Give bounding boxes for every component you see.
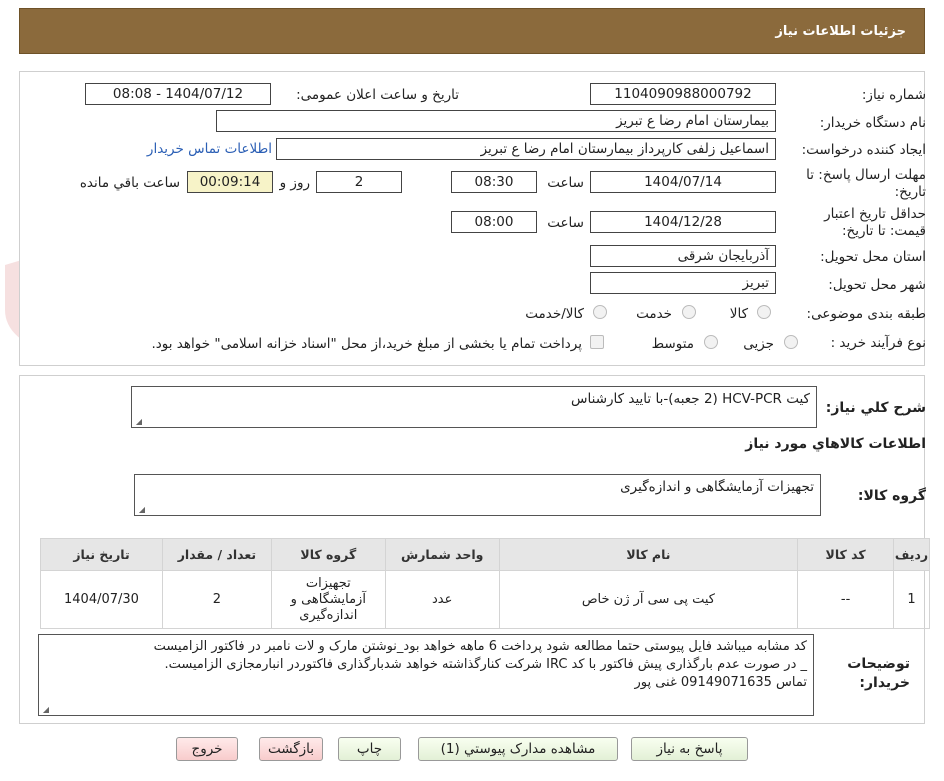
description-label: شرح کلي نياز:	[825, 400, 926, 416]
notes-line: کد مشابه میباشد فایل پیوستی حتما مطالعه …	[153, 639, 807, 654]
col-header-unit: واحد شمارش	[384, 538, 500, 571]
category-goods-service-label: کالا/خدمت	[525, 306, 584, 322]
goods-group-label: گروه کالا:	[857, 488, 926, 504]
deadline-label: مهلت ارسال پاسخ: تا	[806, 167, 926, 183]
table-header-row: رديف کد کالا نام کالا واحد شمارش گروه کا…	[40, 538, 930, 571]
process-partial-radio[interactable]	[784, 335, 798, 349]
category-goods-radio[interactable]	[757, 305, 771, 319]
process-medium-radio[interactable]	[704, 335, 718, 349]
col-header-quantity: تعداد / مقدار	[161, 538, 272, 571]
city-field[interactable]: تبریز	[590, 272, 776, 294]
validity-label: حداقل تاریخ اعتبار	[824, 206, 926, 222]
deadline-label-2: تاریخ:	[894, 184, 926, 200]
col-header-group: گروه کالا	[270, 538, 386, 571]
announce-field[interactable]: 1404/07/12 - 08:08	[85, 83, 271, 105]
creator-field[interactable]: اسماعیل زلفی کارپرداز بیمارستان امام رضا…	[276, 138, 776, 160]
resize-grip-icon[interactable]: ◢	[134, 418, 142, 426]
province-field[interactable]: آذربایجان شرقی	[590, 245, 776, 267]
col-header-code: کد کالا	[797, 538, 895, 571]
category-service-radio[interactable]	[682, 305, 696, 319]
need-number-label: شماره نیاز:	[861, 87, 926, 103]
items-table: رديف کد کالا نام کالا واحد شمارش گروه کا…	[40, 538, 930, 629]
notes-label: توضيحات	[847, 656, 910, 672]
announce-label: تاریخ و ساعت اعلان عمومی:	[296, 87, 459, 103]
back-button[interactable]: بازگشت	[259, 737, 323, 761]
col-header-need-date: تاريخ نياز	[40, 538, 163, 571]
col-header-name: نام کالا	[498, 538, 799, 571]
print-button[interactable]: چاپ	[338, 737, 401, 761]
cell-row-number: 1	[893, 570, 930, 629]
description-text: کیت HCV-PCR (2 جعبه)-با تایید کارشناس	[571, 391, 810, 407]
days-label: روز و	[279, 175, 310, 191]
buyer-field[interactable]: بیمارستان امام رضا ع تبریز	[216, 110, 776, 132]
goods-group-text: تجهیزات آزمایشگاهی و اندازه‌گیری	[620, 479, 814, 495]
process-partial-label: جزیی	[743, 336, 774, 352]
deadline-time-label: ساعت	[547, 175, 584, 191]
process-label: نوع فرآیند خرید :	[830, 335, 926, 351]
resize-grip-icon[interactable]: ◢	[41, 706, 49, 714]
goods-info-title: اطلاعات کالاهاي مورد نياز	[745, 436, 926, 452]
creator-label: ایجاد کننده درخواست:	[801, 142, 926, 158]
reply-button[interactable]: پاسخ به نياز	[631, 737, 748, 761]
cell-group: تجهیزات آزمایشگاهی و اندازه‌گیری	[270, 570, 386, 629]
validity-label-2: قیمت: تا تاریخ:	[842, 223, 926, 239]
attachments-button[interactable]: مشاهده مدارک پيوستي (1)	[418, 737, 618, 761]
description-textarea[interactable]: کیت HCV-PCR (2 جعبه)-با تایید کارشناس ◢	[131, 386, 817, 428]
treasury-note: پرداخت تمام یا بخشی از مبلغ خرید،از محل …	[151, 336, 582, 352]
table-row[interactable]: 1 -- کیت پی سی آر ژن خاص عدد تجهیزات آزم…	[40, 570, 930, 629]
cell-name: کیت پی سی آر ژن خاص	[498, 570, 799, 629]
col-header-row-number: رديف	[893, 538, 930, 571]
cell-unit: عدد	[384, 570, 500, 629]
province-label: استان محل تحویل:	[820, 249, 926, 265]
city-label: شهر محل تحویل:	[828, 277, 926, 293]
days-field[interactable]: 2	[316, 171, 402, 193]
need-number-field[interactable]: 1104090988000792	[590, 83, 776, 105]
validity-date-field[interactable]: 1404/12/28	[590, 211, 776, 233]
cell-need-date: 1404/07/30	[40, 570, 163, 629]
page-title: جزئیات اطلاعات نیاز	[775, 23, 906, 39]
category-service-label: خدمت	[636, 306, 672, 322]
treasury-checkbox[interactable]	[590, 335, 604, 349]
exit-button[interactable]: خروج	[176, 737, 238, 761]
notes-textarea[interactable]: کد مشابه میباشد فایل پیوستی حتما مطالعه …	[38, 634, 814, 716]
contact-buyer-link[interactable]: اطلاعات تماس خریدار	[147, 141, 272, 157]
buyer-label: نام دستگاه خریدار:	[819, 115, 926, 131]
remaining-time-field: 00:09:14	[187, 171, 273, 193]
notes-line: تماس 09149071635 غنی پور	[634, 675, 807, 690]
validity-time-label: ساعت	[547, 215, 584, 231]
deadline-date-field[interactable]: 1404/07/14	[590, 171, 776, 193]
validity-time-field[interactable]: 08:00	[451, 211, 537, 233]
page: جزئیات اطلاعات نیاز AriaTender.neT شماره…	[0, 0, 944, 781]
cell-quantity: 2	[161, 570, 272, 629]
category-label: طبقه بندی موضوعی:	[806, 306, 926, 322]
process-medium-label: متوسط	[651, 336, 694, 352]
category-goods-service-radio[interactable]	[593, 305, 607, 319]
notes-label-2: خريدار:	[859, 675, 910, 691]
goods-group-textarea[interactable]: تجهیزات آزمایشگاهی و اندازه‌گیری ◢	[134, 474, 821, 516]
cell-code: --	[797, 570, 895, 629]
resize-grip-icon[interactable]: ◢	[137, 506, 145, 514]
page-header: جزئیات اطلاعات نیاز	[19, 8, 925, 54]
remaining-label: ساعت باقي مانده	[79, 175, 180, 191]
category-goods-label: کالا	[729, 306, 748, 322]
deadline-time-field[interactable]: 08:30	[451, 171, 537, 193]
notes-line: _ در صورت عدم بارگذاری پیش فاکتور با کد …	[164, 657, 807, 672]
